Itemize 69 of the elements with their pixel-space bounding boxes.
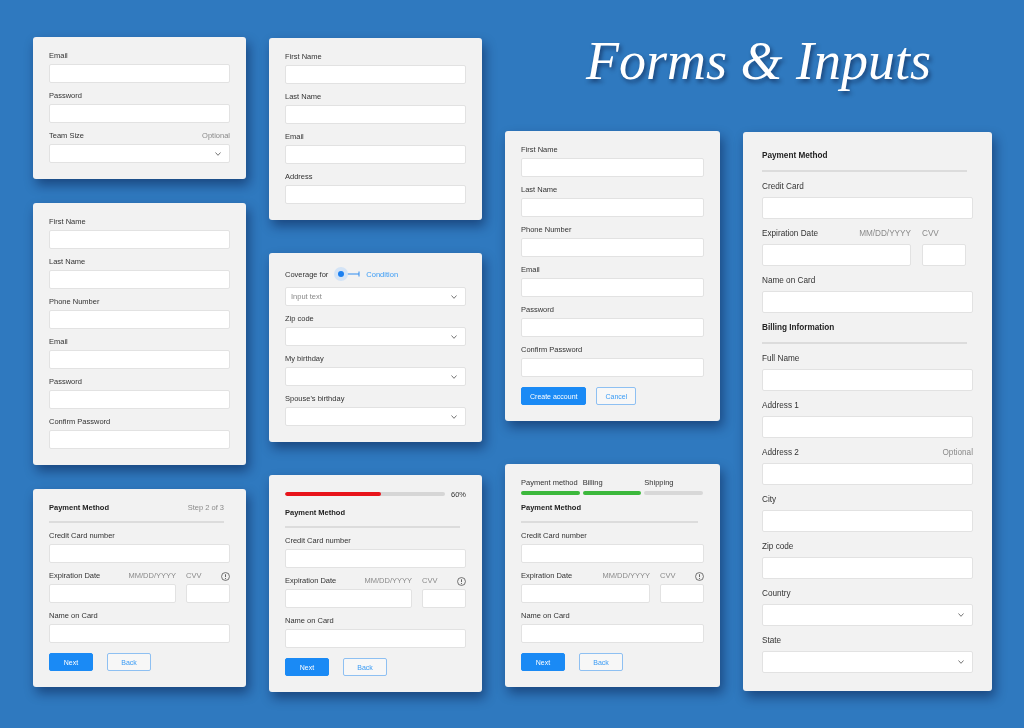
field-label: Full Name bbox=[762, 353, 800, 364]
text-input[interactable] bbox=[285, 105, 466, 124]
field-label: Address 2 bbox=[762, 447, 799, 458]
optional-hint: Optional bbox=[942, 447, 973, 458]
section-heading: Payment Method bbox=[762, 150, 828, 161]
select-field[interactable] bbox=[285, 407, 466, 426]
chevron-down-icon bbox=[215, 151, 221, 156]
select-field[interactable] bbox=[762, 604, 973, 626]
select-field[interactable] bbox=[762, 651, 973, 673]
format-hint: MM/DD/YYYY bbox=[859, 228, 911, 239]
field-label: Address 1 bbox=[762, 400, 799, 411]
chevron-down-icon bbox=[958, 613, 964, 617]
text-input[interactable] bbox=[762, 463, 973, 485]
text-input[interactable] bbox=[285, 629, 466, 648]
text-input[interactable] bbox=[285, 145, 466, 164]
section-heading: Billing Information bbox=[762, 322, 835, 333]
text-input[interactable] bbox=[285, 65, 466, 84]
text-input[interactable] bbox=[521, 238, 704, 257]
text-input[interactable] bbox=[49, 390, 230, 409]
date-input[interactable] bbox=[762, 244, 911, 266]
text-input[interactable] bbox=[762, 197, 973, 219]
text-input[interactable] bbox=[49, 270, 230, 289]
text-input[interactable] bbox=[285, 185, 466, 204]
text-input[interactable] bbox=[49, 624, 230, 643]
field-label: Country bbox=[762, 588, 791, 599]
chevron-down-icon bbox=[451, 414, 457, 419]
text-input[interactable] bbox=[49, 350, 230, 369]
field-label: CVV bbox=[922, 228, 939, 239]
text-input[interactable] bbox=[49, 544, 230, 563]
select-field[interactable] bbox=[285, 367, 466, 386]
text-input[interactable] bbox=[762, 416, 973, 438]
text-input[interactable] bbox=[285, 549, 466, 568]
text-input[interactable] bbox=[521, 624, 704, 643]
select-field[interactable] bbox=[49, 144, 230, 163]
field-label: Name on Card bbox=[762, 275, 816, 286]
cvv-input[interactable] bbox=[660, 584, 704, 603]
text-input[interactable] bbox=[521, 358, 704, 377]
chevron-down-icon bbox=[451, 294, 457, 299]
date-input[interactable] bbox=[521, 584, 650, 603]
field-label: Expiration Date bbox=[762, 228, 818, 239]
text-input[interactable] bbox=[49, 64, 230, 83]
text-input[interactable] bbox=[49, 104, 230, 123]
cvv-input[interactable] bbox=[922, 244, 966, 266]
select-field[interactable] bbox=[285, 327, 466, 346]
text-input[interactable] bbox=[521, 278, 704, 297]
text-input[interactable] bbox=[762, 291, 973, 313]
field-label: State bbox=[762, 635, 782, 646]
text-input[interactable] bbox=[49, 230, 230, 249]
text-input[interactable] bbox=[762, 510, 973, 532]
text-input[interactable] bbox=[762, 369, 973, 391]
field-label: City bbox=[762, 494, 777, 505]
cvv-input[interactable] bbox=[422, 589, 466, 608]
text-input[interactable] bbox=[49, 430, 230, 449]
chevron-down-icon bbox=[958, 660, 964, 664]
chevron-down-icon bbox=[451, 334, 457, 339]
text-input[interactable] bbox=[521, 198, 704, 217]
page-title: Forms & Inputs bbox=[586, 30, 931, 92]
field-label: Zip code bbox=[762, 541, 794, 552]
chevron-down-icon bbox=[451, 374, 457, 379]
text-input[interactable] bbox=[521, 158, 704, 177]
date-input[interactable] bbox=[49, 584, 176, 603]
text-input[interactable] bbox=[762, 557, 973, 579]
text-input[interactable] bbox=[521, 318, 704, 337]
cvv-input[interactable] bbox=[186, 584, 230, 603]
field-label: Credit Card bbox=[762, 181, 804, 192]
text-input[interactable] bbox=[49, 310, 230, 329]
text-input[interactable] bbox=[521, 544, 704, 563]
date-input[interactable] bbox=[285, 589, 412, 608]
toggle-switch[interactable] bbox=[334, 267, 361, 281]
